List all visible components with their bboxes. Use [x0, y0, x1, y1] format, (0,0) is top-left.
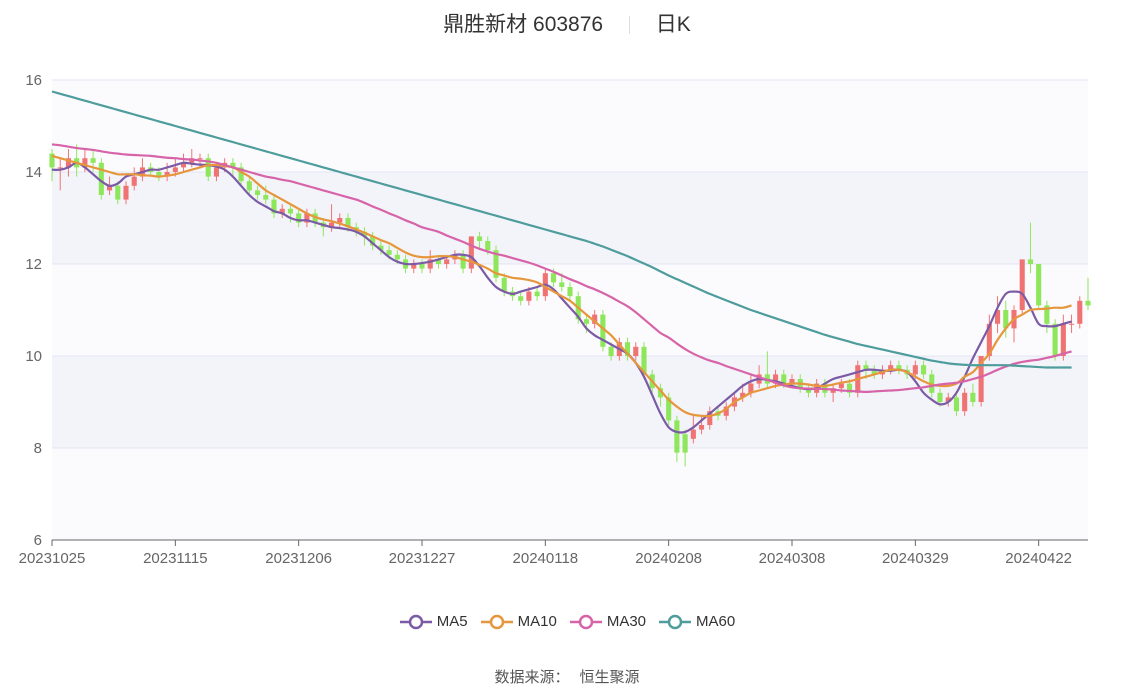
candle-body — [937, 392, 943, 402]
candle-body — [90, 158, 96, 163]
x-tick-label: 20231206 — [265, 550, 332, 567]
candle-body — [1085, 300, 1091, 306]
grid-band — [52, 264, 1088, 356]
grid-band — [52, 448, 1088, 540]
candle-body — [197, 158, 203, 160]
candle-body — [633, 346, 639, 356]
legend-item-ma5[interactable]: MA5 — [399, 613, 468, 630]
candle-body — [690, 429, 696, 439]
legend-item-ma60[interactable]: MA60 — [658, 613, 735, 630]
y-tick-label: 6 — [34, 532, 42, 549]
candle-body — [962, 392, 968, 412]
candle-body — [172, 167, 178, 172]
candle-body — [460, 254, 466, 269]
candle-body — [477, 236, 483, 241]
candle-body — [699, 425, 705, 430]
candle-body — [419, 264, 425, 269]
y-tick-label: 10 — [25, 348, 42, 365]
source-label: 数据来源： — [494, 669, 570, 686]
candle-body — [559, 282, 565, 287]
x-tick-label: 20240118 — [513, 550, 579, 567]
candle-body — [1027, 259, 1033, 264]
legend-item-ma30[interactable]: MA30 — [569, 613, 646, 630]
legend-label: MA5 — [436, 613, 468, 630]
candle-body — [263, 195, 269, 200]
candle-body — [1077, 300, 1083, 324]
y-tick-label: 8 — [34, 440, 42, 457]
x-tick-label: 20231227 — [389, 550, 456, 567]
legend-marker-icon — [480, 614, 513, 629]
candlestick-chart: 6 8 10 12 14 16 20231025 20231115 20231206 202312… — [19, 72, 1091, 567]
y-tick-label: 14 — [25, 164, 42, 181]
candle-body — [838, 383, 844, 389]
candle-body — [246, 181, 252, 191]
source-value: 恒生聚源 — [579, 669, 640, 686]
legend-label: MA60 — [696, 613, 736, 630]
data-source: 数据来源： 恒生聚源 — [0, 666, 1134, 687]
candle-body — [518, 296, 524, 301]
candle-body — [1052, 323, 1058, 356]
legend-label: MA30 — [606, 613, 647, 630]
candle-body — [444, 259, 450, 264]
candle-body — [674, 420, 680, 453]
grid-band — [52, 172, 1088, 264]
x-tick-label: 20240329 — [882, 550, 949, 567]
candle-body — [534, 291, 540, 297]
candle-body — [583, 319, 589, 324]
candle-body — [115, 185, 121, 200]
legend-marker-icon — [659, 614, 692, 629]
candle-body — [912, 365, 918, 375]
x-tick-label: 20231025 — [19, 550, 86, 567]
candle-body — [394, 254, 400, 260]
candle-body — [567, 287, 573, 297]
candle-body — [1036, 264, 1042, 306]
candle-body — [953, 397, 959, 412]
candle-body — [131, 176, 137, 186]
candle-body — [485, 241, 491, 251]
legend-item-ma10[interactable]: MA10 — [480, 613, 557, 630]
candle-body — [1060, 323, 1066, 356]
y-tick-label: 16 — [25, 72, 42, 89]
candle-body — [57, 167, 63, 169]
candle-body — [921, 365, 927, 375]
candle-body — [608, 346, 614, 356]
candle-body — [1019, 259, 1025, 310]
y-tick-label: 12 — [25, 256, 42, 273]
candle-body — [386, 250, 392, 255]
chart-legend: MA5 MA10 MA30 MA60 — [0, 613, 1134, 634]
x-tick-label: 20231115 — [143, 550, 208, 567]
grid-band — [52, 356, 1088, 448]
x-tick-label: 20240422 — [1005, 550, 1072, 567]
candle-body — [287, 208, 293, 214]
legend-label: MA10 — [517, 613, 557, 630]
candle-body — [123, 185, 129, 200]
candle-body — [551, 273, 557, 283]
candle-body — [213, 167, 219, 177]
candle-body — [682, 434, 688, 453]
candle-body — [255, 190, 261, 195]
candle-body — [468, 236, 474, 269]
x-tick-label: 20240208 — [635, 550, 702, 567]
legend-marker-icon — [399, 614, 432, 629]
candle-body — [1069, 323, 1075, 325]
candle-body — [501, 277, 507, 292]
legend-marker-icon — [569, 614, 602, 629]
candle-body — [970, 392, 976, 402]
x-tick-label: 20240308 — [759, 550, 826, 567]
candle-body — [526, 291, 532, 301]
